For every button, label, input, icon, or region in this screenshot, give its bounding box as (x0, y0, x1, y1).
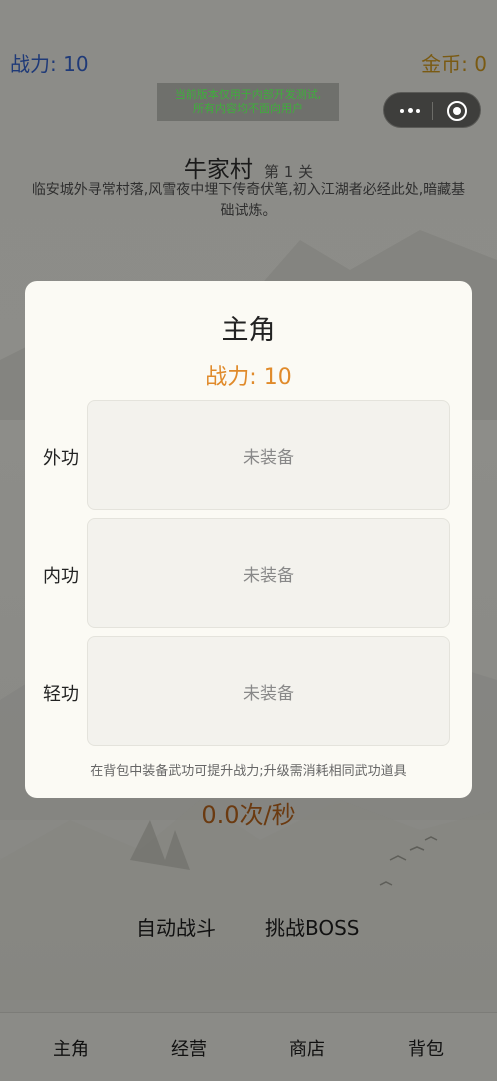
dev-notice-banner: 当前版本仅用于内部开发测试, 所有内容均不面向用户 (157, 83, 339, 121)
equip-slot-light[interactable]: 未装备 (87, 636, 450, 746)
stage-description: 临安城外寻常村落,风雪夜中埋下传奇伏笔,初入江湖者必经此处,暗藏基础试炼。 (31, 182, 466, 219)
slot-label-outer: 外功 (43, 448, 79, 469)
stage-title: 牛家村 第 1 关 (0, 150, 497, 184)
more-dots-icon[interactable] (400, 104, 422, 118)
power-display: 战力: 10 (10, 52, 89, 76)
target-circle-icon[interactable] (447, 101, 467, 121)
dev-notice-line2: 所有内容均不面向用户 (193, 102, 303, 115)
slot-label-inner: 内功 (43, 566, 79, 587)
hero-modal: 主角 战力: 10 外功 未装备 内功 未装备 轻功 未装备 在背包中装备武功可… (25, 281, 472, 798)
auto-battle-button[interactable]: 自动战斗 (136, 912, 216, 941)
equip-slot-outer[interactable]: 未装备 (87, 400, 450, 510)
equip-slot-inner[interactable]: 未装备 (87, 518, 450, 628)
nav-item-hero[interactable]: 主角 (9, 1035, 133, 1061)
modal-power: 战力: 10 (205, 365, 292, 390)
nav-item-shop[interactable]: 商店 (245, 1035, 369, 1061)
nav-item-business[interactable]: 经营 (127, 1035, 251, 1061)
battle-rate: 0.0次/秒 (201, 801, 296, 829)
gold-display: 金币: 0 (421, 52, 487, 76)
miniprogram-capsule (383, 92, 481, 128)
top-bar: 战力: 10 金币: 0 当前版本仅用于内部开发测试, 所有内容均不面向用户 (0, 0, 497, 128)
battle-actions: 自动战斗 挑战BOSS (0, 912, 497, 940)
challenge-boss-button[interactable]: 挑战BOSS (265, 912, 360, 941)
slot-value-light: 未装备 (243, 683, 294, 704)
capsule-divider (432, 102, 433, 120)
stage-level: 第 1 关 (264, 163, 314, 181)
modal-hint: 在背包中装备武功可提升战力;升级需消耗相同武功道具 (90, 764, 407, 779)
slot-value-outer: 未装备 (243, 447, 294, 468)
slot-label-light: 轻功 (43, 684, 79, 705)
modal-title: 主角 (221, 315, 276, 346)
slot-value-inner: 未装备 (243, 565, 294, 586)
nav-item-bag[interactable]: 背包 (364, 1035, 488, 1061)
dev-notice-line1: 当前版本仅用于内部开发测试, (174, 88, 322, 101)
bottom-nav: 主角 经营 商店 背包 (0, 1012, 497, 1081)
